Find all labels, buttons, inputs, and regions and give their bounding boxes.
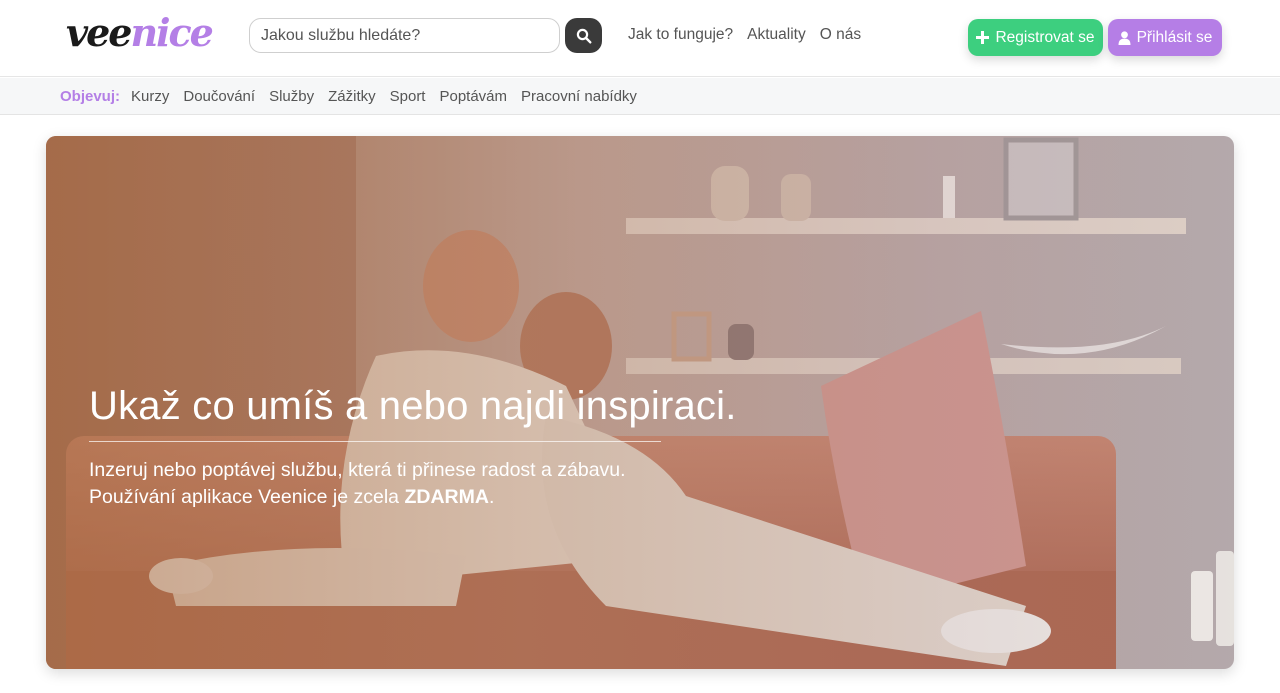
hero-title: Ukaž co umíš a nebo najdi inspiraci. <box>89 384 737 428</box>
site-header: veenice Jak to funguje? Aktuality O nás … <box>0 0 1280 77</box>
category-bar: Objevuj: Kurzy Doučování Služby Zážitky … <box>0 78 1280 115</box>
category-label: Objevuj: <box>60 87 121 105</box>
nav-news[interactable]: Aktuality <box>747 26 806 44</box>
hero-description: Inzeruj nebo poptávej službu, která ti p… <box>89 457 626 511</box>
login-button-label: Přihlásit se <box>1136 28 1213 46</box>
category-experiences[interactable]: Zážitky <box>328 88 376 105</box>
user-icon <box>1118 30 1131 45</box>
hero-free-highlight: ZDARMA <box>404 486 489 508</box>
category-sport[interactable]: Sport <box>390 88 426 105</box>
hero-line-1: Inzeruj nebo poptávej službu, která ti p… <box>89 459 626 481</box>
hero-line-2-prefix: Používání aplikace Veenice je zcela <box>89 486 405 508</box>
search-box <box>249 18 560 53</box>
veenice-logo[interactable]: vee nice <box>66 10 214 55</box>
register-button-label: Registrovat se <box>995 28 1095 46</box>
login-button[interactable]: Přihlásit se <box>1108 19 1222 56</box>
hero-line-2: Používání aplikace Veenice je zcela ZDAR… <box>89 484 626 511</box>
logo-text-dark: vee <box>66 10 132 55</box>
category-courses[interactable]: Kurzy <box>131 88 169 105</box>
category-services[interactable]: Služby <box>269 88 314 105</box>
register-button[interactable]: Registrovat se <box>968 19 1103 56</box>
top-navigation: Jak to funguje? Aktuality O nás <box>628 26 861 44</box>
hero-banner: Ukaž co umíš a nebo najdi inspiraci. Inz… <box>46 136 1234 669</box>
category-job-offers[interactable]: Pracovní nabídky <box>521 88 637 105</box>
search-button[interactable] <box>565 18 602 53</box>
category-requests[interactable]: Poptávám <box>439 88 507 105</box>
hero-line-2-suffix: . <box>488 486 495 508</box>
nav-about[interactable]: O nás <box>820 26 861 44</box>
logo-text-purple: nice <box>130 10 213 55</box>
hero-divider <box>89 441 661 442</box>
nav-how-it-works[interactable]: Jak to funguje? <box>628 26 733 44</box>
plus-icon <box>976 31 990 44</box>
search-icon <box>576 28 592 44</box>
category-tutoring[interactable]: Doučování <box>183 88 255 105</box>
search-input[interactable] <box>250 19 559 52</box>
